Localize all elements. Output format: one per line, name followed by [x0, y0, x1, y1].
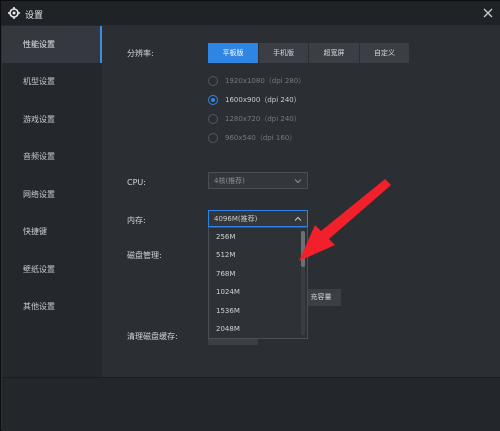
sidebar-item-label: 网络设置: [23, 190, 55, 199]
gear-icon: [8, 7, 20, 19]
disk-management-label: 磁盘管理:: [127, 251, 162, 260]
resolution-option[interactable]: 1920x1080（dpi 280）: [208, 75, 328, 87]
memory-option[interactable]: 2048M: [209, 320, 299, 338]
radio-button[interactable]: [208, 76, 218, 86]
clear-cache-label: 清理磁盘缓存:: [127, 332, 178, 341]
resolution-option-label: 1600x900（dpi 240）: [225, 96, 301, 104]
annotation-arrow-icon: [299, 179, 391, 261]
memory-option[interactable]: 1536M: [209, 302, 299, 320]
resolution-label: 分辨率:: [127, 49, 154, 58]
window-footer: [2, 377, 500, 431]
sidebar-item-performance[interactable]: 性能设置: [2, 26, 102, 63]
memory-option-label: 1536M: [216, 307, 240, 315]
resolution-option[interactable]: 960x540（dpi 160）: [208, 132, 328, 144]
sidebar-item-label: 游戏设置: [23, 115, 55, 124]
radio-button[interactable]: [208, 95, 218, 105]
tab-custom[interactable]: 自定义: [360, 43, 409, 63]
memory-option-label: 512M: [216, 251, 236, 259]
sidebar-item-label: 其他设置: [23, 302, 55, 311]
resolution-option-label: 960x540（dpi 160）: [225, 134, 297, 142]
sidebar-item-label: 壁纸设置: [23, 265, 55, 274]
memory-option-label: 1024M: [216, 288, 240, 296]
radio-button[interactable]: [208, 114, 218, 124]
sidebar-item-other[interactable]: 其他设置: [2, 288, 102, 325]
cpu-select-value: 4核(推荐): [214, 177, 245, 185]
sidebar-item-label: 音频设置: [23, 152, 55, 161]
memory-option-label: 768M: [216, 270, 236, 278]
window-title: 设置: [25, 11, 44, 21]
title-bar: 设置: [1, 1, 500, 25]
sidebar-item-wallpaper[interactable]: 壁纸设置: [2, 251, 102, 288]
tab-tablet[interactable]: 平板版: [208, 43, 258, 63]
tab-ultrawide[interactable]: 超宽屏: [309, 43, 359, 63]
settings-sidebar: 性能设置 机型设置 游戏设置 音频设置 网络设置 快捷键 壁纸设置 其他设置: [2, 25, 102, 377]
memory-label: 内存:: [127, 216, 146, 225]
close-icon[interactable]: [481, 6, 495, 20]
radio-button[interactable]: [208, 133, 218, 143]
memory-option[interactable]: 1024M: [209, 283, 299, 301]
resolution-option-selected[interactable]: 1600x900（dpi 240）: [208, 94, 328, 106]
resolution-option[interactable]: 1280x720（dpi 240）: [208, 113, 328, 125]
sidebar-item-game[interactable]: 游戏设置: [2, 101, 102, 138]
sidebar-item-label: 性能设置: [23, 40, 55, 49]
cpu-label: CPU:: [127, 178, 146, 187]
memory-select-value: 4096M(推荐): [214, 215, 258, 223]
sidebar-item-model[interactable]: 机型设置: [2, 63, 102, 100]
sidebar-item-shortcuts[interactable]: 快捷键: [2, 213, 102, 250]
sidebar-item-network[interactable]: 网络设置: [2, 176, 102, 213]
sidebar-item-label: 快捷键: [23, 227, 47, 236]
memory-option-label: 2048M: [216, 325, 240, 333]
sidebar-item-label: 机型设置: [23, 77, 55, 86]
sidebar-item-audio[interactable]: 音频设置: [2, 138, 102, 175]
memory-option[interactable]: 512M: [209, 246, 299, 264]
settings-window: 设置 性能设置 机型设置 游戏设置 音频设置 网络设置 快捷键 壁纸设置 其他设…: [0, 0, 500, 431]
memory-option-label: 256M: [216, 233, 236, 241]
memory-option[interactable]: 768M: [209, 265, 299, 283]
memory-option[interactable]: 256M: [209, 228, 299, 246]
resolution-option-label: 1280x720（dpi 240）: [225, 115, 301, 123]
resolution-option-label: 1920x1080（dpi 280）: [225, 77, 306, 85]
tab-phone[interactable]: 手机版: [259, 43, 308, 63]
